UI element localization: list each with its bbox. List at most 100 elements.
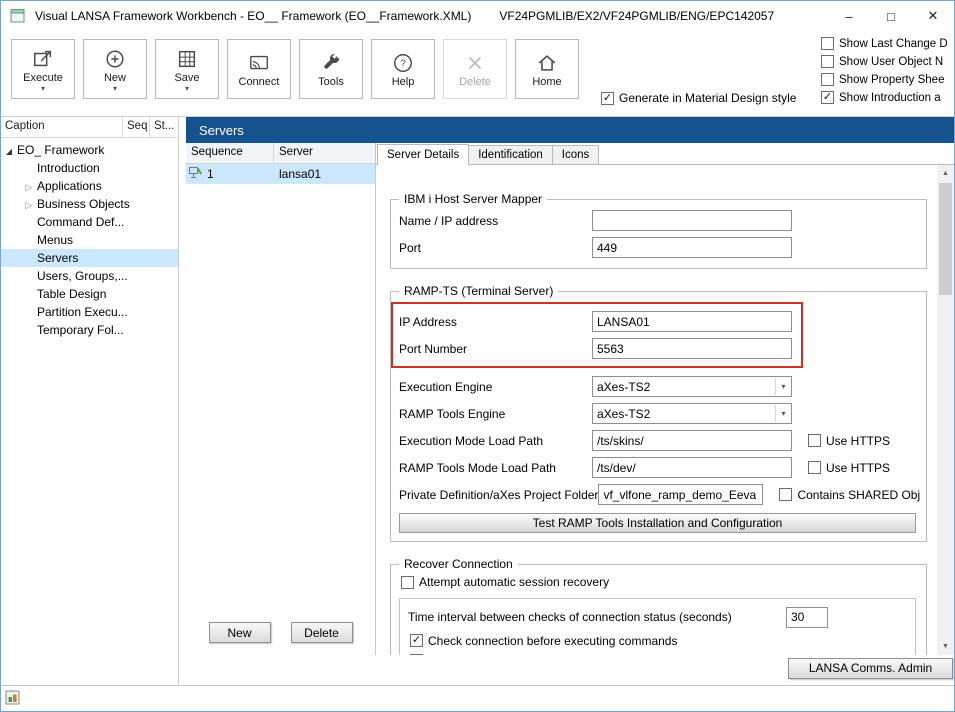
close-button[interactable]: ✕ [912, 1, 954, 31]
tools-button[interactable]: Tools [299, 39, 363, 99]
status-icon [5, 690, 20, 708]
tree-item-command-def[interactable]: Command Def... [1, 213, 178, 231]
tools-use-https-checkbox[interactable]: Use HTTPS [808, 461, 890, 475]
tree-expand-icon[interactable] [1, 143, 17, 157]
checkbox-label: Show User Object N [839, 56, 943, 68]
tree-item-partition-execute[interactable]: Partition Execu... [1, 303, 178, 321]
delete-server-button[interactable]: Delete [291, 622, 353, 643]
field-label: IP Address [399, 315, 592, 329]
tree-item-table-design[interactable]: Table Design [1, 285, 178, 303]
exec-use-https-checkbox[interactable]: Use HTTPS [808, 434, 890, 448]
checkbox-label: Use HTTPS [826, 434, 890, 448]
tree-expand-icon[interactable] [21, 179, 37, 193]
app-icon [10, 8, 26, 24]
tree-item-label: EO_ Framework [17, 143, 104, 157]
home-button[interactable]: Home [515, 39, 579, 99]
column-header-server[interactable]: Server [274, 143, 375, 163]
panel-title: Servers [199, 123, 244, 138]
tree-item-menus[interactable]: Menus [1, 231, 178, 249]
field-label: Execution Mode Load Path [399, 434, 592, 448]
select-value: aXes-TS2 [597, 380, 775, 394]
ibm-host-server-mapper-group: IBM i Host Server Mapper Name / IP addre… [390, 199, 927, 269]
dropdown-caret-icon [113, 85, 117, 92]
tree-item-business-objects[interactable]: Business Objects [1, 195, 178, 213]
tools-icon [320, 51, 342, 75]
show-options-stack: Show Last Change D Show User Object N Sh… [821, 37, 954, 104]
tree-item-label: Servers [37, 251, 78, 265]
execution-engine-select[interactable]: aXes-TS2 [592, 376, 792, 397]
show-introduction-checkbox[interactable]: Show Introduction a [821, 91, 954, 104]
scroll-down-arrow[interactable] [937, 638, 954, 655]
tree-item-label: Command Def... [37, 215, 124, 229]
execute-button[interactable]: Execute [11, 39, 75, 99]
tree-item-label: Introduction [37, 161, 100, 175]
tree-item-users-groups[interactable]: Users, Groups,... [1, 267, 178, 285]
checkbox-icon [779, 488, 792, 501]
server-icon [189, 166, 202, 182]
session-path: VF24PGMLIB/EX2/VF24PGMLIB/ENG/EPC142057 [499, 9, 774, 23]
delete-button[interactable]: Delete [443, 39, 507, 99]
save-button[interactable]: Save [155, 39, 219, 99]
column-header-caption[interactable]: Caption [1, 117, 123, 137]
ramp-tools-engine-row: RAMP Tools Engine aXes-TS2 [399, 403, 918, 424]
minimize-button[interactable]: – [828, 1, 870, 31]
tab-server-details[interactable]: Server Details [377, 144, 469, 165]
help-button[interactable]: ? Help [371, 39, 435, 99]
chevron-down-icon [775, 378, 791, 395]
tree-item-servers[interactable]: Servers [1, 249, 178, 267]
tree-item-introduction[interactable]: Introduction [1, 159, 178, 177]
scroll-up-arrow[interactable] [937, 165, 954, 182]
field-label: RAMP Tools Mode Load Path [399, 461, 592, 475]
test-ramp-tools-button[interactable]: Test RAMP Tools Installation and Configu… [399, 513, 916, 533]
field-label: Port [399, 241, 592, 255]
checkbox-label: Show Property Shee [839, 74, 944, 86]
material-design-checkbox[interactable]: Generate in Material Design style [601, 91, 796, 105]
vertical-scrollbar[interactable] [937, 165, 954, 655]
tree-item-label: Table Design [37, 287, 106, 301]
button-label: Connect [239, 76, 280, 88]
tree-item-eo-framework[interactable]: EO_ Framework [1, 141, 178, 159]
new-button[interactable]: New [83, 39, 147, 99]
ramp-tools-engine-select[interactable]: aXes-TS2 [592, 403, 792, 424]
interval-row: Time interval between checks of connecti… [408, 607, 907, 628]
private-definition-row: Private Definition/aXes Project Folder C… [399, 484, 918, 505]
ramp-ip-address-input[interactable] [592, 311, 792, 332]
host-port-input[interactable] [592, 237, 792, 258]
new-server-button[interactable]: New [209, 622, 271, 643]
auto-session-recovery-checkbox[interactable]: Attempt automatic session recovery [401, 575, 609, 589]
interval-seconds-input[interactable] [786, 607, 828, 628]
private-definition-folder-input[interactable] [598, 484, 763, 505]
connect-icon [248, 51, 270, 75]
show-property-sheet-checkbox[interactable]: Show Property Shee [821, 73, 954, 86]
tree-expand-icon[interactable] [21, 197, 37, 211]
show-user-object-checkbox[interactable]: Show User Object N [821, 55, 954, 68]
connect-button[interactable]: Connect [227, 39, 291, 99]
field-label: Port Number [399, 342, 592, 356]
svg-text:?: ? [400, 58, 406, 69]
tree-item-applications[interactable]: Applications [1, 177, 178, 195]
tab-icons[interactable]: Icons [552, 145, 600, 164]
checkbox-label: Contains SHARED Obj [797, 488, 920, 502]
tree-item-temporary-folder[interactable]: Temporary Fol... [1, 321, 178, 339]
column-header-status[interactable]: St... [150, 117, 178, 137]
titlebar: Visual LANSA Framework Workbench - EO__ … [1, 1, 954, 31]
name-ip-input[interactable] [592, 210, 792, 231]
execution-mode-load-path-input[interactable] [592, 430, 792, 451]
contains-shared-objects-checkbox[interactable]: Contains SHARED Obj [779, 488, 920, 502]
tab-identification[interactable]: Identification [468, 145, 553, 164]
scroll-thumb[interactable] [939, 183, 952, 295]
field-label: RAMP Tools Engine [399, 407, 592, 421]
server-row-lansa01[interactable]: 1 lansa01 [186, 164, 375, 184]
maximize-button[interactable]: □ [870, 1, 912, 31]
ramp-tools-mode-load-path-input[interactable] [592, 457, 792, 478]
lansa-comms-admin-button[interactable]: LANSA Comms. Admin [788, 658, 953, 679]
check-before-selecting-checkbox[interactable]: Check connection before selecting applic… [410, 654, 907, 656]
servers-panel-header: Servers [186, 117, 954, 143]
show-last-change-checkbox[interactable]: Show Last Change D [821, 37, 954, 50]
check-before-commands-checkbox[interactable]: Check connection before executing comman… [410, 634, 907, 648]
column-header-seq[interactable]: Seq [123, 117, 150, 137]
checkbox-icon [821, 37, 834, 50]
ramp-port-number-input[interactable] [592, 338, 792, 359]
column-header-sequence[interactable]: Sequence [186, 143, 274, 163]
button-label: Home [532, 76, 561, 88]
